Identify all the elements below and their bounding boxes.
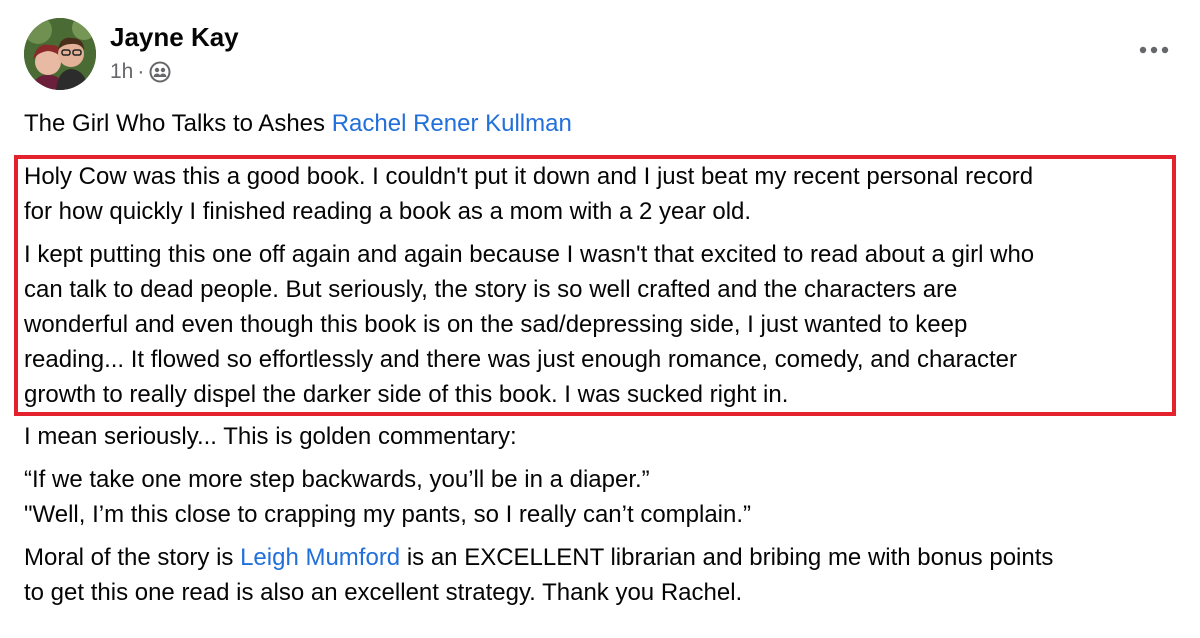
post-meta: 1h · [110, 58, 171, 86]
author-name[interactable]: Jayne Kay [110, 22, 239, 53]
review-line: Holy Cow was this a good book. I couldn'… [24, 163, 1034, 190]
avatar-photo [24, 18, 96, 90]
librarian-tag-link[interactable]: Leigh Mumford [240, 544, 400, 571]
review-line: growth to really dispel the darker side … [24, 381, 789, 408]
author-tag-link[interactable]: Rachel Rener Kullman [332, 110, 572, 137]
moral-line-2: to get this one read is also an excellen… [24, 579, 743, 606]
moral-line: Moral of the story is Leigh Mumford is a… [24, 540, 1184, 575]
review-line: for how quickly I finished reading a boo… [24, 198, 752, 225]
review-line: can talk to dead people. But seriously, … [24, 276, 958, 303]
moral-prefix: Moral of the story is [24, 544, 241, 571]
moral-suffix: is an EXCELLENT librarian and bribing me… [400, 544, 1054, 571]
more-horizontal-icon [1139, 46, 1169, 54]
book-title-line: The Girl Who Talks to Ashes Rachel Rener… [24, 106, 1184, 141]
post-time[interactable]: 1h [110, 60, 133, 84]
post-header: Jayne Kay 1h · [24, 18, 1184, 90]
quote-line: "Well, I’m this close to crapping my pan… [24, 501, 752, 528]
quote-block: “If we take one more step backwards, you… [24, 462, 1184, 532]
book-title: The Girl Who Talks to Ashes [24, 110, 332, 137]
post-continuation: I mean seriously... This is golden comme… [24, 419, 1184, 454]
commentary-line: I mean seriously... This is golden comme… [24, 423, 517, 450]
meta-separator: · [137, 60, 145, 83]
post-body: The Girl Who Talks to Ashes Rachel Rener… [14, 106, 1184, 610]
review-line: I kept putting this one off again and ag… [24, 241, 1035, 268]
friends-icon[interactable] [149, 61, 171, 83]
review-line: wonderful and even though this book is o… [24, 311, 968, 338]
highlighted-review: Holy Cow was this a good book. I couldn'… [14, 155, 1176, 416]
avatar[interactable] [24, 18, 96, 90]
review-line: reading... It flowed so effortlessly and… [24, 346, 1017, 373]
quote-line: “If we take one more step backwards, you… [24, 466, 650, 493]
more-options-button[interactable] [1132, 32, 1176, 68]
